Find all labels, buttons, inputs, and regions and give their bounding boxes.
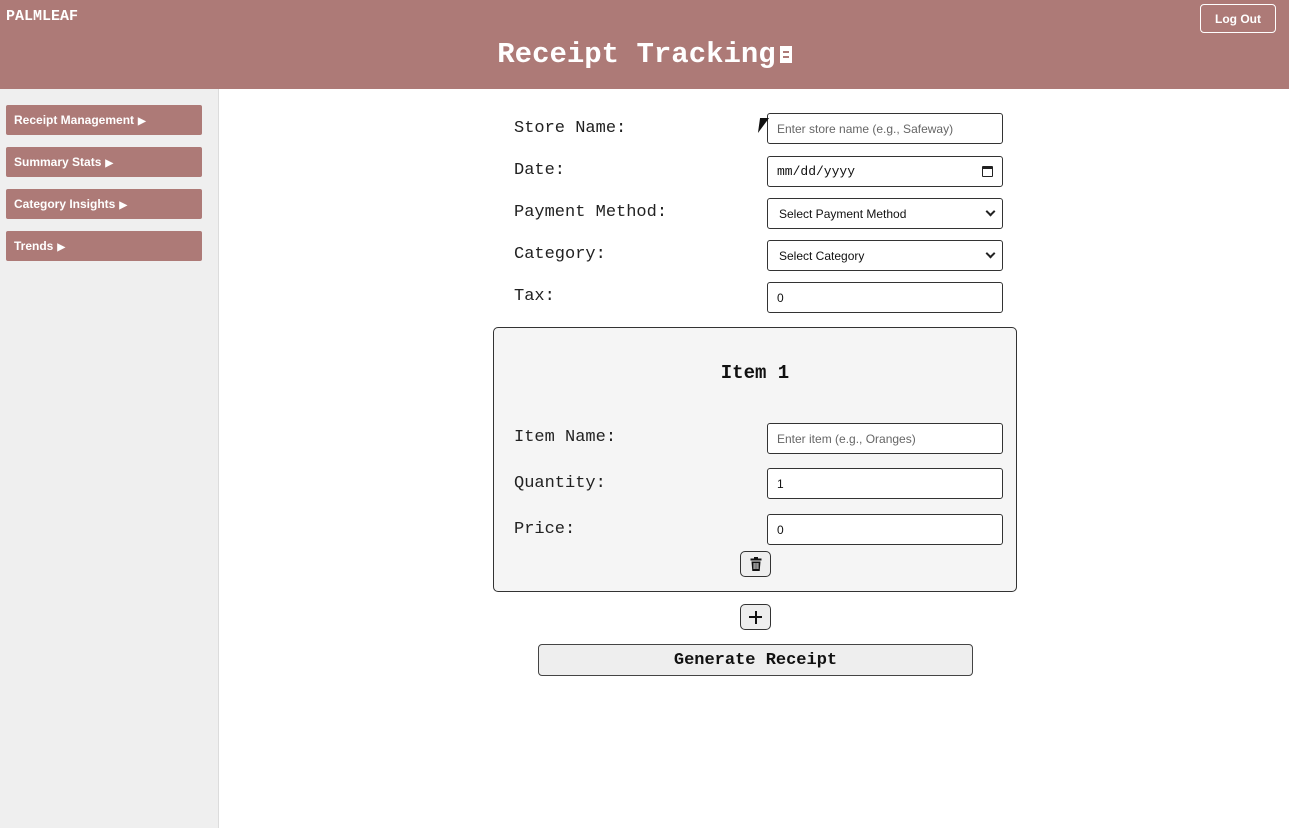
trash-icon — [750, 557, 761, 571]
date-input[interactable]: mm/dd/yyyy — [767, 156, 1003, 187]
item-title: Item 1 — [720, 362, 790, 384]
sidebar-item-label: Trends — [14, 239, 54, 253]
price-input-value: 0 — [777, 522, 784, 537]
payment-method-selected: Select Payment Method — [779, 206, 907, 221]
sidebar-item-label: Summary Stats — [14, 155, 102, 169]
add-item-button[interactable] — [740, 604, 771, 630]
app-header: PALMLEAF Receipt Tracking Log Out — [0, 0, 1289, 89]
sidebar-item-trends[interactable]: Trends ▶ — [6, 231, 202, 261]
tax-label: Tax: — [514, 287, 555, 306]
triangle-right-icon: ▶ — [57, 242, 66, 253]
page-title-text: Receipt Tracking — [497, 38, 776, 71]
triangle-right-icon: ▶ — [138, 116, 146, 127]
sidebar-item-summary-stats[interactable]: Summary Stats ▶ — [6, 147, 202, 177]
calendar-icon[interactable] — [982, 166, 993, 177]
price-input[interactable]: 0 — [767, 514, 1003, 545]
receipt-icon — [779, 46, 792, 63]
sidebar-item-label: Category Insights — [14, 197, 116, 211]
tax-input[interactable]: 0 — [767, 282, 1003, 313]
category-select[interactable]: Select Category — [767, 240, 1003, 271]
payment-method-label: Payment Method: — [514, 203, 668, 222]
logout-button[interactable]: Log Out — [1200, 4, 1276, 33]
sidebar-item-receipt-management[interactable]: Receipt Management ▶ — [6, 105, 202, 135]
category-label: Category: — [514, 245, 606, 264]
tax-input-value: 0 — [777, 290, 784, 305]
plus-icon — [749, 610, 762, 624]
chevron-down-icon — [985, 248, 996, 259]
triangle-right-icon: ▶ — [119, 200, 128, 211]
store-name-input[interactable] — [767, 113, 1003, 144]
triangle-right-icon: ▶ — [105, 158, 114, 169]
quantity-label: Quantity: — [514, 474, 606, 493]
generate-receipt-button[interactable]: Generate Receipt — [538, 644, 973, 676]
date-input-value: mm/dd/yyyy — [777, 164, 856, 179]
date-label: Date: — [514, 161, 566, 180]
quantity-input[interactable]: 1 — [767, 468, 1003, 499]
sidebar: Receipt Management ▶ Summary Stats ▶ Categ… — [0, 89, 219, 828]
store-name-label: Store Name: — [514, 119, 627, 138]
category-selected: Select Category — [779, 248, 865, 263]
payment-method-select[interactable]: Select Payment Method — [767, 198, 1003, 229]
brand-logo: PALMLEAF — [6, 8, 79, 25]
page-title: Receipt Tracking — [0, 38, 1289, 71]
quantity-input-value: 1 — [777, 476, 784, 491]
item-name-label: Item Name: — [514, 428, 617, 447]
price-label: Price: — [514, 520, 576, 539]
delete-item-button[interactable] — [740, 551, 771, 577]
chevron-down-icon — [985, 206, 996, 217]
item-name-input[interactable] — [767, 423, 1003, 454]
sidebar-item-category-insights[interactable]: Category Insights ▶ — [6, 189, 202, 219]
sidebar-item-label: Receipt Management — [14, 113, 135, 127]
